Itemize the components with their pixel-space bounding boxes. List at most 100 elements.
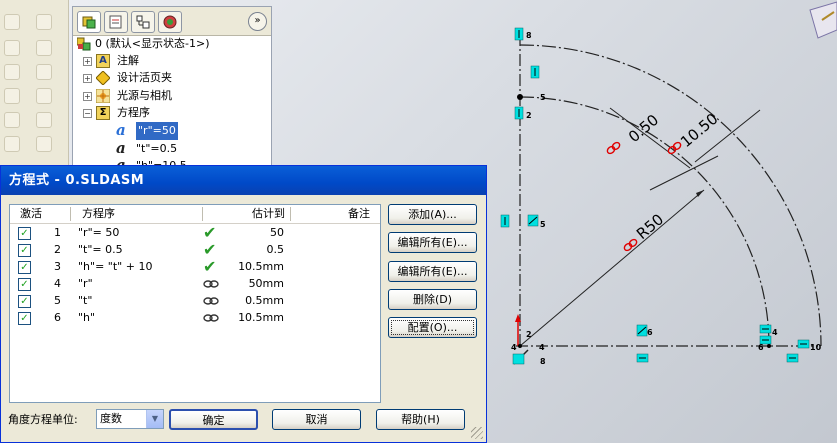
row-value: 0.5 — [266, 243, 285, 256]
feature-tree-icon — [82, 16, 96, 29]
tool-icon[interactable] — [4, 64, 20, 80]
row-number: 4 — [54, 277, 61, 290]
active-checkbox[interactable]: ✓ — [18, 261, 31, 274]
tree-equation-t[interactable]: a "t"=0.5 — [73, 140, 271, 158]
tool-icon[interactable] — [4, 88, 20, 104]
tree-item-label: 注解 — [117, 54, 139, 67]
tool-icon[interactable] — [4, 14, 20, 30]
tool-icon[interactable] — [36, 136, 52, 152]
edit-all-button-2[interactable]: 编辑所有(E)... — [388, 261, 477, 282]
row-equation: "r" — [78, 277, 93, 290]
svg-text:5: 5 — [540, 220, 546, 229]
row-value: 10.5mm — [238, 311, 284, 324]
check-ok-icon: ✔ — [203, 257, 217, 276]
dimension-outer[interactable]: 10.50 — [677, 110, 721, 151]
tool-icon[interactable] — [4, 136, 20, 152]
svg-text:10: 10 — [810, 343, 822, 352]
tree-item-lights-cameras[interactable]: + 光源与相机 — [73, 87, 271, 105]
tool-icon[interactable] — [36, 40, 52, 56]
link-icon — [203, 309, 219, 328]
active-checkbox[interactable]: ✓ — [18, 227, 31, 240]
sketch-outer-arc[interactable] — [519, 44, 822, 347]
design-binder-icon — [96, 71, 110, 85]
equations-list[interactable]: 激活 方程序 估计到 备注 ✓ 1 "r"= 50 ✔ 50 ✓ 2 "t"= … — [9, 204, 381, 403]
expand-icon[interactable]: + — [83, 92, 92, 101]
svg-text:4: 4 — [511, 343, 517, 352]
radius-dimension-line[interactable] — [519, 189, 705, 347]
row-number: 6 — [54, 311, 61, 324]
tab-configuration-manager[interactable] — [131, 11, 155, 33]
dimension-inner[interactable]: 0.50 — [625, 111, 662, 146]
expand-icon[interactable]: + — [83, 57, 92, 66]
row-number: 3 — [54, 260, 61, 273]
angle-unit-value: 度数 — [100, 412, 122, 425]
table-row[interactable]: ✓ 4 "r" 50mm — [10, 275, 380, 292]
active-checkbox[interactable]: ✓ — [18, 244, 31, 257]
table-row[interactable]: ✓ 5 "t" 0.5mm — [10, 292, 380, 309]
tree-item-label: 光源与相机 — [117, 89, 172, 102]
ok-button[interactable]: 确定 — [169, 409, 258, 430]
constraint-icon[interactable] — [512, 353, 525, 365]
table-row[interactable]: ✓ 1 "r"= 50 ✔ 50 — [10, 224, 380, 241]
cancel-button[interactable]: 取消 — [272, 409, 361, 430]
table-row[interactable]: ✓ 2 "t"= 0.5 ✔ 0.5 — [10, 241, 380, 258]
help-button[interactable]: 帮助(H) — [376, 409, 465, 430]
tree-item-label: 设计活页夹 — [117, 71, 172, 84]
lights-cameras-icon — [96, 89, 110, 103]
point-labels: 8 5 2 5 2 6 4 4 8 6 4 10 — [511, 31, 822, 366]
column-active[interactable]: 激活 — [20, 205, 42, 223]
resize-grip-icon[interactable] — [471, 427, 483, 439]
dialog-title[interactable]: 方程式 - 0.SLDASM — [1, 166, 486, 195]
column-comment[interactable]: 备注 — [348, 205, 370, 223]
tab-feature-tree[interactable] — [77, 11, 101, 33]
row-value: 0.5mm — [245, 294, 284, 307]
active-checkbox[interactable]: ✓ — [18, 278, 31, 291]
row-equation: "t" — [78, 294, 93, 307]
tree-item-equations[interactable]: − Σ 方程序 — [73, 104, 271, 122]
tree-item-label: 方程序 — [117, 106, 150, 119]
left-toolbar — [0, 0, 69, 175]
svg-text:4: 4 — [772, 328, 778, 337]
tree-item-annotations[interactable]: + A 注解 — [73, 52, 271, 70]
equation-variable-icon: a — [116, 139, 126, 157]
tree-equation-label: "r"=50 — [136, 122, 178, 140]
row-equation: "t"= 0.5 — [78, 243, 123, 256]
tool-icon[interactable] — [4, 40, 20, 56]
row-equation: "h"= "t" + 10 — [78, 260, 153, 273]
constraint-markers — [500, 27, 810, 365]
active-checkbox[interactable]: ✓ — [18, 312, 31, 325]
tool-icon[interactable] — [36, 14, 52, 30]
add-button[interactable]: 添加(A)... — [388, 204, 477, 225]
tool-icon[interactable] — [36, 112, 52, 128]
angle-unit-label: 角度方程单位: — [8, 413, 78, 426]
feature-manager: » 0 (默认<显示状态-1>) + A 注解 + 设计活页夹 + 光源与相机 … — [72, 6, 272, 177]
column-evaluates-to[interactable]: 估计到 — [252, 205, 285, 223]
active-checkbox[interactable]: ✓ — [18, 295, 31, 308]
tool-icon[interactable] — [36, 64, 52, 80]
expand-icon[interactable]: + — [83, 74, 92, 83]
list-header: 激活 方程序 估计到 备注 — [10, 205, 380, 224]
svg-text:4: 4 — [539, 343, 545, 352]
collapse-icon[interactable]: − — [83, 109, 92, 118]
tool-icon[interactable] — [4, 112, 20, 128]
configure-button[interactable]: 配置(O)... — [388, 317, 477, 338]
tab-display-manager[interactable] — [158, 11, 182, 33]
chevron-down-icon[interactable]: ▼ — [146, 410, 163, 428]
dimension-radius[interactable]: R50 — [633, 210, 667, 243]
row-value: 50mm — [248, 277, 284, 290]
tab-property-manager[interactable] — [104, 11, 128, 33]
table-row[interactable]: ✓ 6 "h" 10.5mm — [10, 309, 380, 326]
edit-all-button[interactable]: 编辑所有(E)... — [388, 232, 477, 253]
row-number: 1 — [54, 226, 61, 239]
tree-item-design-binder[interactable]: + 设计活页夹 — [73, 69, 271, 87]
delete-button[interactable]: 删除(D) — [388, 289, 477, 310]
tool-icon[interactable] — [36, 88, 52, 104]
row-equation: "h" — [78, 311, 96, 324]
view-orientation-icon[interactable] — [809, 1, 837, 39]
column-equation[interactable]: 方程序 — [82, 205, 115, 223]
check-ok-icon: ✔ — [203, 240, 217, 259]
tree-equation-r[interactable]: a "r"=50 — [73, 122, 271, 140]
table-row[interactable]: ✓ 3 "h"= "t" + 10 ✔ 10.5mm — [10, 258, 380, 275]
angle-unit-select[interactable]: 度数 ▼ — [96, 409, 164, 429]
expand-panel-button[interactable]: » — [248, 12, 267, 31]
